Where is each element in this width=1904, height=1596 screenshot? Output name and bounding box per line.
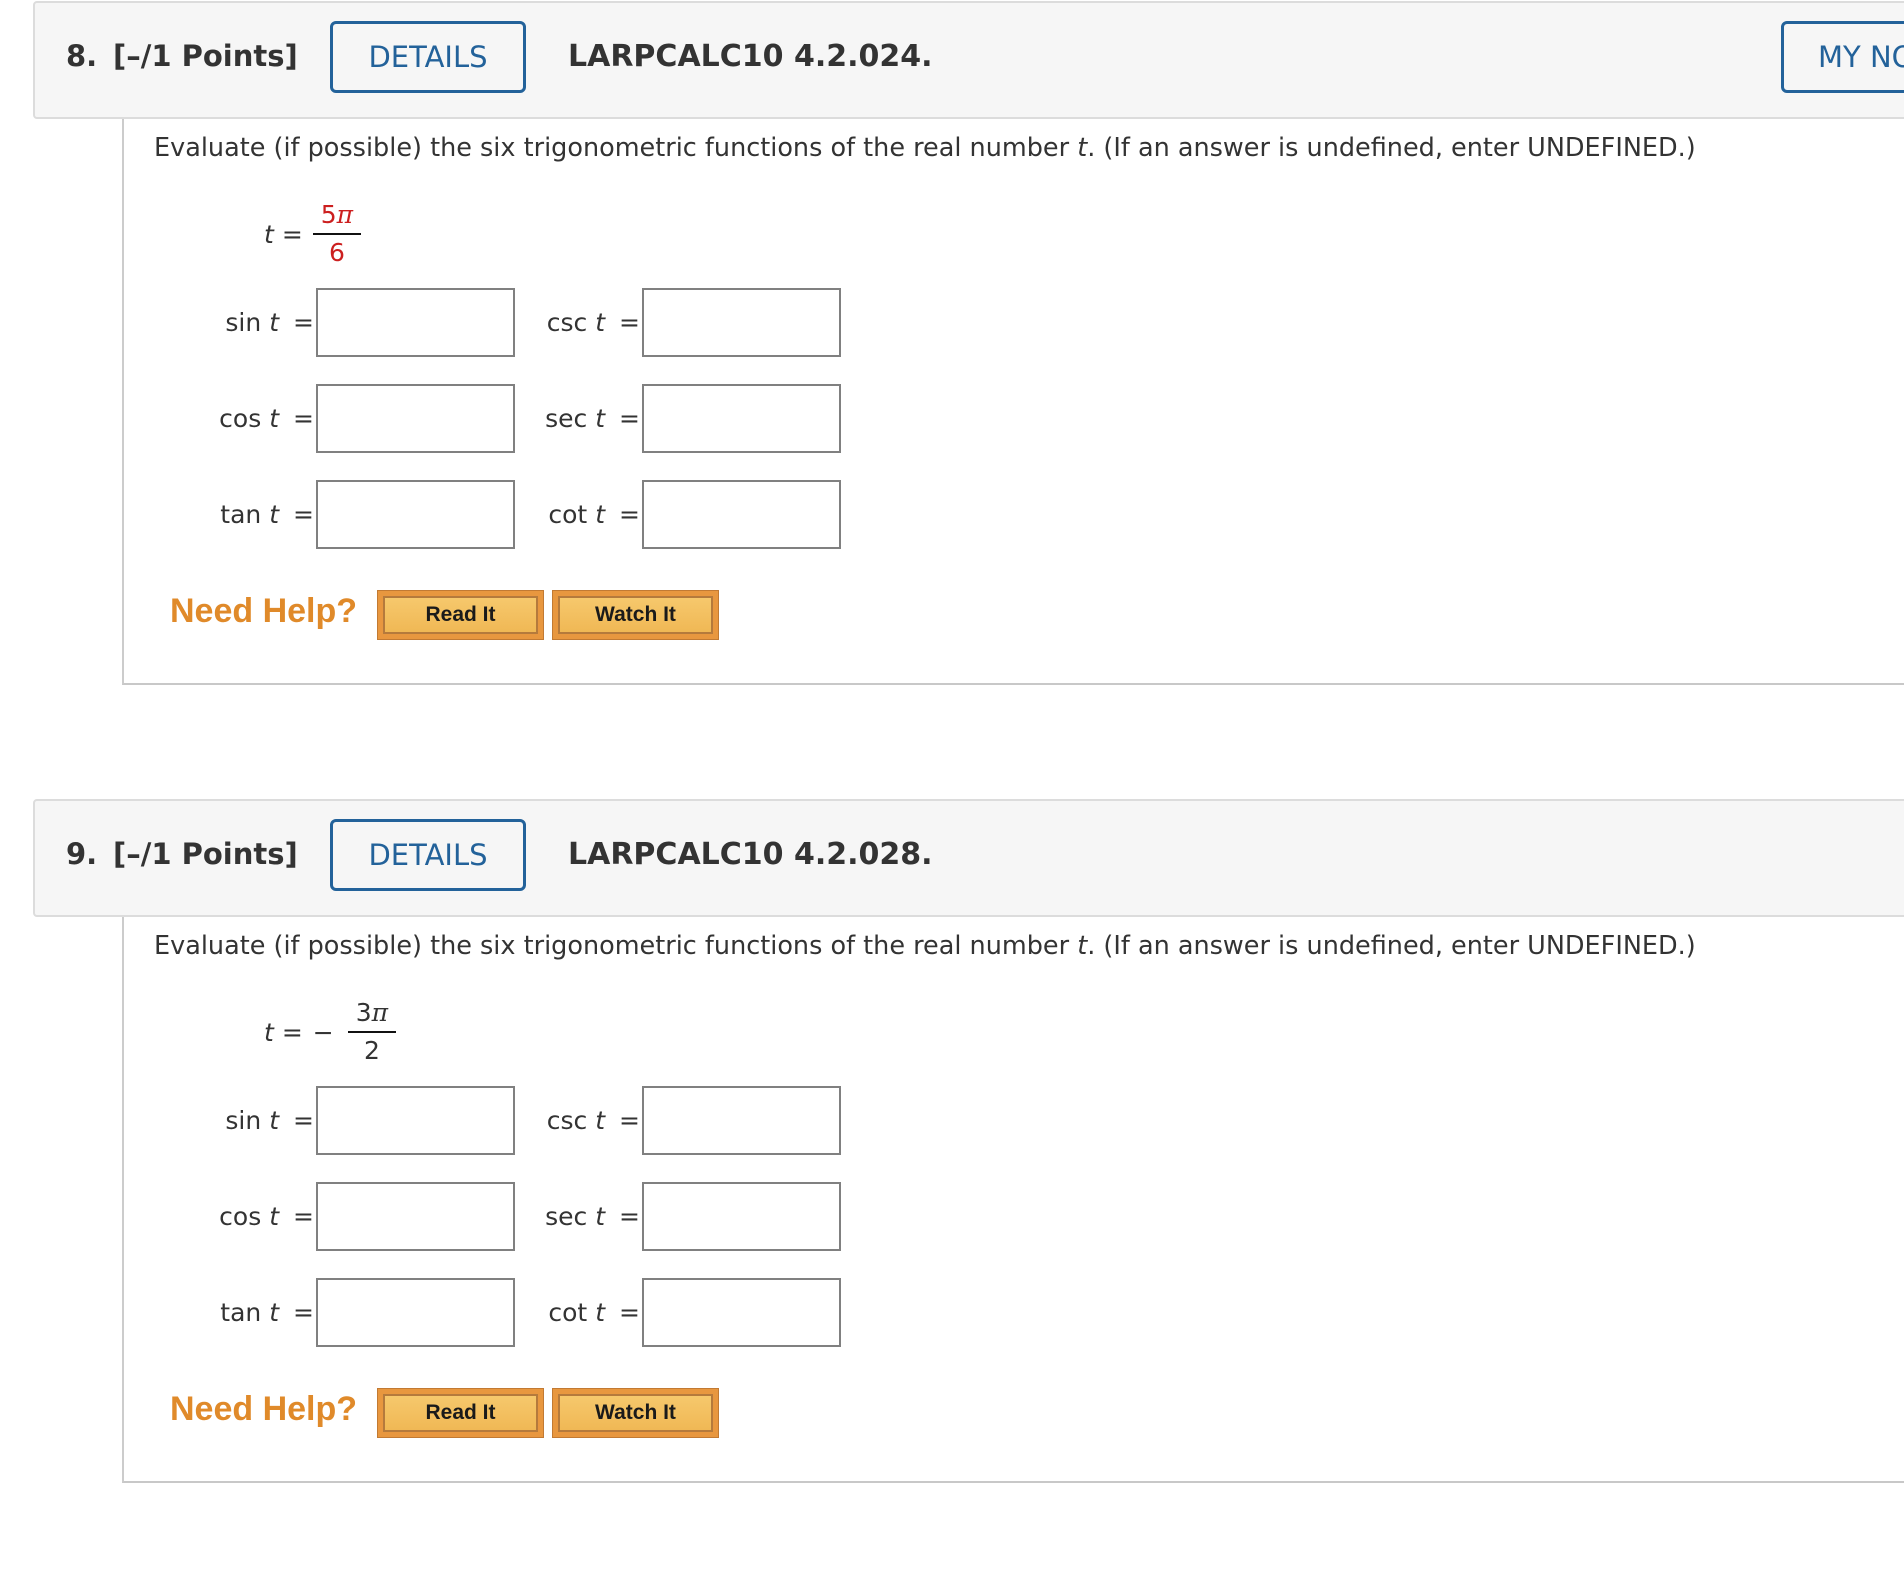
question-points: [–/1 Points] [113,39,298,73]
read-it-button[interactable]: Read It [377,590,544,640]
function-name: csc [546,308,588,337]
watch-it-button[interactable]: Watch It [552,590,719,640]
question-header: 9. [–/1 Points] DETAILS LARPCALC10 4.2.0… [33,799,1904,917]
fraction-denominator: 2 [363,1036,380,1065]
equals-sign: = [619,308,640,337]
prompt-text-end: . (If an answer is undefined, enter UNDE… [1087,133,1696,163]
sec-answer-input[interactable] [642,384,841,453]
expression-equals: = [281,219,303,249]
question-number: 9. [66,837,98,871]
need-help-label: Need Help? [170,1390,358,1428]
prompt-text-end: . (If an answer is undefined, enter UNDE… [1087,931,1696,961]
function-label: cot t = [124,1278,640,1347]
question-prompt: Evaluate (if possible) the six trigonome… [154,133,1696,163]
csc-answer-input[interactable] [642,1086,841,1155]
row-cot: cot t = [124,480,884,549]
function-variable: t [595,1298,606,1327]
watch-it-label: Watch It [558,1394,713,1432]
fraction: 3π 2 [347,998,397,1066]
fraction-denominator: 6 [328,238,345,267]
function-label: csc t = [124,288,640,357]
csc-answer-input[interactable] [642,288,841,357]
numerator-coefficient: 3 [355,998,372,1027]
fraction-numerator: 3π [347,998,397,1033]
equals-sign: = [619,1298,640,1327]
cot-answer-input[interactable] [642,1278,841,1347]
given-expression: t = − 3π 2 [264,987,397,1077]
function-variable: t [595,1202,606,1231]
row-sec: sec t = [124,384,884,453]
function-label: cot t = [124,480,640,549]
prompt-variable: t [1077,931,1088,961]
function-name: csc [546,1106,588,1135]
function-name: cot [548,500,588,529]
question-8: 8. [–/1 Points] DETAILS LARPCALC10 4.2.0… [0,0,1904,798]
given-expression: t = 5π 6 [264,189,362,279]
read-it-label: Read It [383,596,538,634]
read-it-button[interactable]: Read It [377,1388,544,1438]
equals-sign: = [619,500,640,529]
expression-equals: = [281,1017,303,1047]
row-sec: sec t = [124,1182,884,1251]
sec-answer-input[interactable] [642,1182,841,1251]
need-help-row: Need Help? Read It Watch It [170,1388,870,1438]
read-it-label: Read It [383,1394,538,1432]
numerator-coefficient: 5 [320,200,337,229]
function-label: sec t = [124,384,640,453]
equals-sign: = [619,404,640,433]
row-cot: cot t = [124,1278,884,1347]
need-help-label: Need Help? [170,592,358,630]
function-name: sec [545,404,588,433]
expression-variable: t [264,1017,274,1047]
question-9: 9. [–/1 Points] DETAILS LARPCALC10 4.2.0… [0,798,1904,1596]
question-points: [–/1 Points] [113,837,298,871]
question-body: Evaluate (if possible) the six trigonome… [122,917,1904,1483]
function-name: cot [548,1298,588,1327]
equals-sign: = [619,1106,640,1135]
pi-symbol: π [336,200,354,229]
question-header: 8. [–/1 Points] DETAILS LARPCALC10 4.2.0… [33,1,1904,119]
question-code: LARPCALC10 4.2.028. [568,837,933,872]
question-number: 8. [66,39,98,73]
function-variable: t [595,308,606,337]
prompt-variable: t [1077,133,1088,163]
function-variable: t [595,404,606,433]
fraction: 5π 6 [312,200,362,268]
question-body: Evaluate (if possible) the six trigonome… [122,119,1904,685]
pi-symbol: π [371,998,389,1027]
question-prompt: Evaluate (if possible) the six trigonome… [154,931,1696,961]
cot-answer-input[interactable] [642,480,841,549]
details-button[interactable]: DETAILS [330,21,526,93]
function-name: sec [545,1202,588,1231]
expression-variable: t [264,219,274,249]
watch-it-label: Watch It [558,596,713,634]
equals-sign: = [619,1202,640,1231]
my-notes-button[interactable]: MY NOTES [1781,21,1904,93]
function-label: sec t = [124,1182,640,1251]
expression-minus-sign: − [312,1017,334,1047]
question-code: LARPCALC10 4.2.024. [568,39,933,74]
prompt-text: Evaluate (if possible) the six trigonome… [154,133,1078,163]
details-button[interactable]: DETAILS [330,819,526,891]
function-variable: t [595,1106,606,1135]
function-variable: t [595,500,606,529]
function-label: csc t = [124,1086,640,1155]
need-help-row: Need Help? Read It Watch It [170,590,870,640]
prompt-text: Evaluate (if possible) the six trigonome… [154,931,1078,961]
row-csc: csc t = [124,1086,884,1155]
fraction-numerator: 5π [312,200,362,235]
watch-it-button[interactable]: Watch It [552,1388,719,1438]
row-csc: csc t = [124,288,884,357]
